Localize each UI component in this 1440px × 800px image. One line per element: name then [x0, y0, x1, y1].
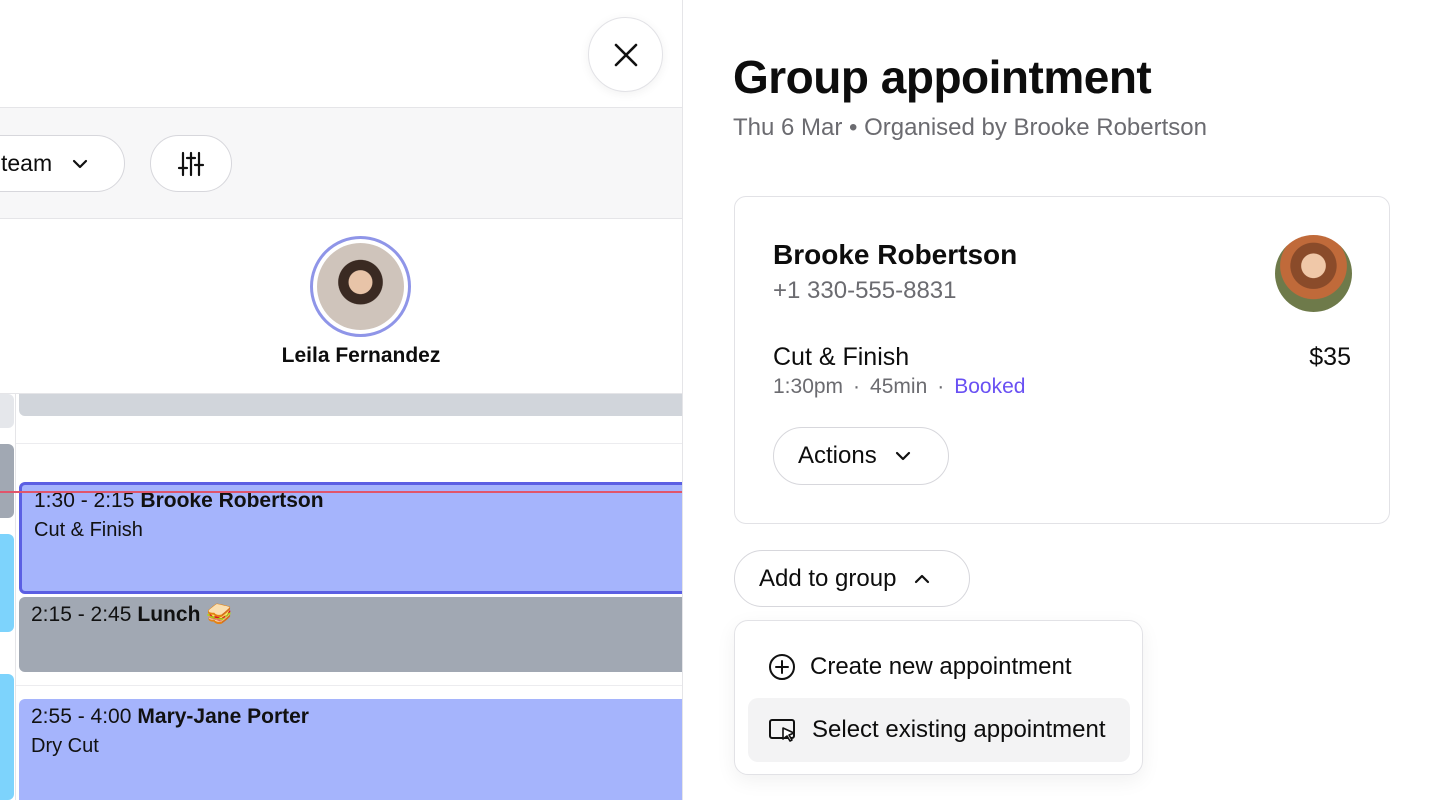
add-to-group-label: Add to group	[759, 564, 897, 592]
client-name[interactable]: Brooke Robertson	[773, 239, 1017, 271]
appointment-client: Mary-Jane Porter	[137, 705, 309, 728]
menu-item-label: Create new appointment	[810, 653, 1072, 680]
appointment-service: Cut & Finish	[34, 519, 143, 541]
close-icon	[613, 42, 639, 68]
chevron-up-icon	[914, 574, 930, 584]
appointment-block[interactable]	[19, 394, 682, 416]
service-meta: 1:30pm · 45min · Booked	[773, 375, 1025, 399]
actions-label: Actions	[798, 442, 877, 469]
blocked-time-block[interactable]: 2:15 - 2:45 Lunch 🥪	[19, 597, 682, 672]
calendar-topbar	[0, 0, 682, 108]
service-name: Cut & Finish	[773, 343, 910, 371]
plus-circle-icon	[768, 653, 796, 681]
service-price: $35	[1309, 343, 1351, 371]
panel-subtitle: Thu 6 Mar • Organised by Brooke Robertso…	[733, 114, 1207, 141]
window-cursor-icon	[768, 716, 798, 744]
client-avatar[interactable]	[1275, 235, 1352, 312]
grid-line	[16, 685, 682, 686]
close-button[interactable]	[588, 17, 663, 92]
separator: ·	[853, 375, 861, 398]
service-duration: 45min	[870, 375, 928, 398]
chevron-down-icon	[72, 159, 88, 169]
appointment-block-selected[interactable]: 1:30 - 2:15 Brooke Robertson Cut & Finish	[19, 482, 682, 594]
calendar-area: team Leila Fernandez 1:30 - 2:15 Brooke R…	[0, 0, 682, 800]
appointment-block[interactable]: 2:55 - 4:00 Mary-Jane Porter Dry Cut	[19, 699, 682, 800]
team-select-label: team	[1, 150, 53, 176]
add-to-group-button[interactable]: Add to group	[734, 550, 970, 607]
grid-line	[16, 443, 682, 444]
menu-item-create-new-appointment[interactable]: Create new appointment	[748, 635, 1130, 699]
time-gutter	[0, 394, 16, 800]
current-time-indicator	[0, 491, 682, 493]
group-appointment-panel: Group appointment Thu 6 Mar • Organised …	[682, 0, 1440, 800]
sliders-icon	[177, 150, 205, 178]
actions-button[interactable]: Actions	[773, 427, 949, 485]
panel-title: Group appointment	[733, 51, 1152, 103]
client-appointment-card: Brooke Robertson +1 330-555-8831 Cut & F…	[734, 196, 1390, 524]
staff-name: Leila Fernandez	[281, 344, 441, 367]
service-time: 1:30pm	[773, 375, 844, 398]
status-badge: Booked	[954, 375, 1026, 398]
separator: ·	[937, 375, 945, 398]
appointment-service: Dry Cut	[31, 735, 99, 757]
blocked-time-title: Lunch 🥪	[137, 603, 233, 626]
chevron-down-icon	[895, 451, 911, 461]
client-phone: +1 330-555-8831	[773, 277, 957, 304]
menu-item-label: Select existing appointment	[812, 716, 1106, 743]
menu-item-select-existing-appointment[interactable]: Select existing appointment	[748, 698, 1130, 762]
appointment-time: 2:55 - 4:00	[31, 705, 132, 728]
view-settings-button[interactable]	[150, 135, 232, 192]
appointment-time: 2:15 - 2:45	[31, 603, 132, 626]
team-select[interactable]: team	[0, 135, 125, 192]
add-to-group-menu: Create new appointment Select existing a…	[734, 620, 1143, 775]
staff-avatar[interactable]	[310, 236, 411, 337]
